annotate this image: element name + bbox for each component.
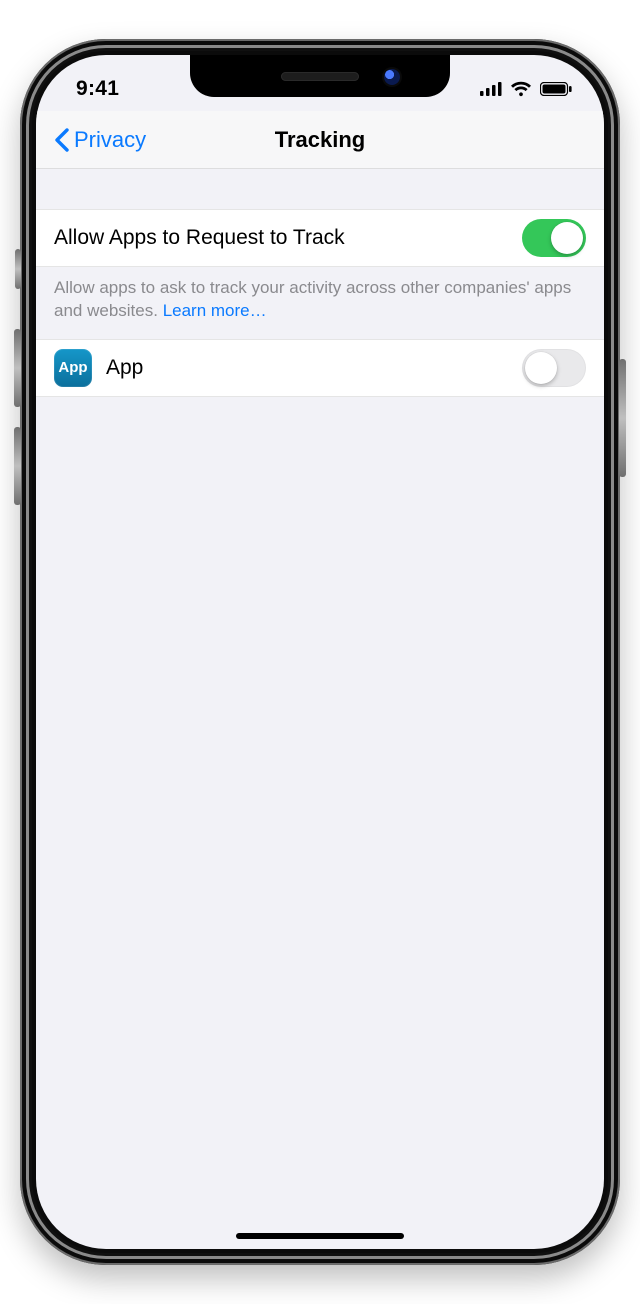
app-tracking-row: App App [36, 339, 604, 397]
content: Allow Apps to Request to Track Allow app… [36, 169, 604, 397]
wifi-icon [510, 81, 532, 97]
back-label: Privacy [74, 127, 146, 153]
iphone-frame: 9:41 [20, 39, 620, 1265]
chevron-left-icon [54, 128, 70, 152]
battery-icon [540, 82, 572, 96]
app-icon: App [54, 349, 92, 387]
status-time: 9:41 [76, 77, 119, 101]
screen: 9:41 [36, 55, 604, 1249]
app-icon-text: App [58, 359, 87, 376]
status-icons [480, 81, 572, 97]
allow-tracking-toggle[interactable] [522, 219, 586, 257]
page-title: Tracking [275, 127, 365, 153]
home-indicator[interactable] [236, 1233, 404, 1239]
allow-tracking-label: Allow Apps to Request to Track [54, 226, 522, 250]
allow-tracking-footer: Allow apps to ask to track your activity… [36, 267, 604, 339]
power-button [619, 359, 626, 477]
volume-up-button [14, 329, 21, 407]
mute-switch [15, 249, 21, 289]
notch [190, 55, 450, 97]
footer-text: Allow apps to ask to track your activity… [54, 278, 571, 320]
back-button[interactable]: Privacy [46, 111, 154, 168]
front-camera [384, 69, 400, 85]
allow-tracking-row: Allow Apps to Request to Track [36, 209, 604, 267]
learn-more-link[interactable]: Learn more… [163, 301, 267, 320]
app-tracking-toggle[interactable] [522, 349, 586, 387]
cellular-icon [480, 82, 502, 96]
speaker [281, 72, 359, 81]
app-label: App [106, 356, 522, 380]
nav-bar: Privacy Tracking [36, 111, 604, 169]
volume-down-button [14, 427, 21, 505]
